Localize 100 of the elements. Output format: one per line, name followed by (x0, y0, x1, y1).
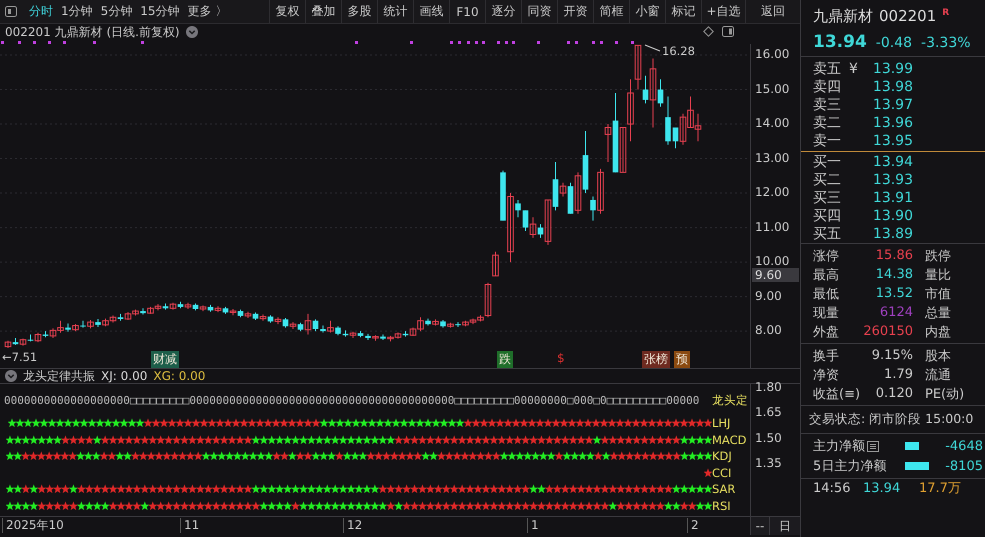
order-level-label: 卖三 (813, 96, 842, 114)
candlestick (515, 199, 521, 218)
panel-toggle-icon[interactable] (5, 6, 17, 17)
stat-value: 260150 (863, 324, 913, 339)
flow-label: 5日主力净额 (813, 458, 886, 475)
stock-name: 九鼎新材 (813, 6, 873, 26)
value-tick: 1.50 (755, 430, 782, 445)
date-label: 2025年10 (2, 518, 64, 533)
high-price-label: 16.28 (662, 44, 695, 58)
order-level-label: 买四 (813, 207, 842, 225)
period-tab[interactable]: 5分钟 (96, 0, 136, 23)
candlestick (620, 127, 626, 173)
series-label: 龙头定 (712, 393, 749, 408)
dropdown-icon[interactable] (186, 26, 198, 38)
value-tick: 1.80 (755, 380, 782, 394)
tick-volume: 17.7万 (919, 480, 962, 497)
order-price: 13.98 (872, 79, 913, 95)
low-price-label: ←7.51 (2, 350, 38, 364)
toolbar-button[interactable]: 叠加 (305, 0, 341, 23)
stat-value: 13.52 (874, 286, 913, 301)
candlestick (634, 44, 642, 90)
chart-title: 002201 九鼎新材 (日线.前复权) (5, 24, 180, 40)
candlestick (327, 320, 334, 333)
order-level-label: 卖二 (813, 114, 842, 132)
candlestick (492, 251, 499, 276)
dropdown-icon[interactable] (5, 370, 17, 382)
toolbar-button[interactable]: 逐分 (485, 0, 521, 23)
toolbar-button[interactable]: 统计 (377, 0, 413, 23)
leader-line (644, 44, 660, 52)
flow-bar (905, 462, 929, 470)
toolbar-button[interactable]: 开资 (557, 0, 593, 23)
candlestick (282, 317, 288, 328)
value-tick: 1.65 (755, 405, 782, 420)
order-level-label: 买二 (813, 171, 842, 189)
toolbar-button[interactable]: 标记 (665, 0, 701, 23)
price-tick: 15.00 (755, 82, 790, 96)
toolbar-button[interactable]: +自选 (701, 0, 745, 23)
order-price: 13.97 (872, 97, 913, 113)
order-price: 13.89 (872, 226, 913, 242)
stat-label: 最高 (813, 266, 840, 284)
candlestick (642, 75, 648, 104)
more-menu[interactable]: 更多 〉 (184, 0, 232, 23)
price-tick: 12.00 (755, 185, 790, 200)
toolbar-button[interactable]: 画线 (413, 0, 449, 23)
candlestick (658, 78, 664, 108)
candlestick (522, 210, 528, 232)
order-price: 13.93 (872, 172, 913, 188)
toolbar-button[interactable]: 同资 (521, 0, 557, 23)
series-label: RSI (712, 498, 732, 513)
market-flag-label: R (942, 8, 950, 18)
stat-label: PE(动) (925, 386, 966, 402)
stat-value: 6124 (878, 305, 913, 320)
list-icon[interactable] (867, 440, 879, 452)
toolbar-button[interactable]: 小窗 (629, 0, 665, 23)
date-label: 11 (180, 518, 200, 533)
toolbar-button[interactable]: 复权 (269, 0, 305, 23)
flow-label: 主力净额 (813, 438, 865, 455)
candlestick (560, 182, 566, 198)
price-tick: 10.00 (755, 254, 790, 268)
signal-digits: 0000000000000000000□□□□□□□□□0000000000000000000000000000000000000000□□□□□□□□□00000000□000□0□□□□□□□□□00000 (3, 394, 700, 407)
indicator-name: 龙头定律共振 (23, 368, 95, 384)
indicator-value: XG: 0.00 (153, 369, 206, 383)
candlestick (650, 58, 656, 128)
series-label: SAR (712, 482, 736, 496)
order-level-label: 卖一 (813, 132, 842, 150)
stat-label: 换手 (813, 348, 840, 364)
toolbar-button[interactable]: 简框 (593, 0, 629, 23)
period-tab[interactable]: 15分钟 (136, 0, 184, 23)
zoom-button[interactable]: -- (750, 517, 769, 535)
flow-value: -8105 (944, 458, 984, 474)
candlestick (590, 196, 596, 222)
flow-bar (905, 442, 919, 450)
period-tab[interactable]: 1分钟 (57, 0, 97, 23)
stat-value: 15.86 (874, 248, 913, 263)
price-tick: 11.00 (755, 220, 790, 234)
stat-label: 流通 (925, 366, 952, 384)
trade-status: 交易状态: 闭市阶段 15:00:0 (808, 410, 974, 428)
stat-label: 外盘 (813, 324, 840, 340)
candlestick (604, 124, 612, 163)
current-price-tag: 9.60 (752, 268, 799, 282)
order-level-label: 卖五 (813, 60, 842, 78)
order-price: 13.90 (872, 208, 913, 224)
order-price: 13.91 (872, 190, 913, 206)
diamond-icon[interactable] (703, 26, 714, 37)
candlestick (544, 199, 552, 246)
toolbar-button[interactable]: 多股 (341, 0, 377, 23)
candlestick (574, 172, 582, 214)
tick-price: 13.94 (863, 480, 902, 496)
candlestick (34, 332, 42, 343)
flow-value: -4648 (944, 438, 984, 454)
stat-label: 总量 (925, 304, 952, 322)
stat-value: 14.38 (874, 267, 913, 282)
order-price: 13.96 (872, 115, 913, 131)
candlestick (304, 313, 312, 336)
period-tab[interactable]: 分时 (25, 0, 57, 23)
panel-icon[interactable] (722, 26, 734, 37)
stat-value: 1.79 (883, 367, 913, 382)
order-level-label: 卖四 (813, 78, 842, 96)
period-button[interactable]: 日 (769, 517, 800, 535)
toolbar-button[interactable]: F10 (449, 0, 485, 23)
